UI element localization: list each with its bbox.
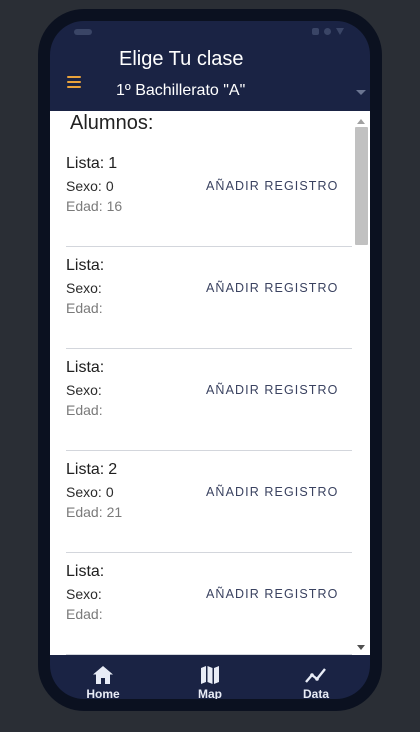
student-card: Lista: Sexo: Edad: AÑADIR REGISTRO [66, 349, 352, 451]
lista-field: Lista: [66, 359, 105, 376]
nav-label-map: Map [198, 687, 222, 699]
nav-item-map[interactable]: Map [180, 655, 240, 699]
nav-label-data: Data [302, 687, 329, 699]
edad-field: Edad: 21 [66, 504, 123, 520]
nav-item-home[interactable]: Home [73, 655, 133, 699]
student-card: Lista: 2 Sexo: 0 Edad: 21 AÑADIR REGISTRO [66, 451, 352, 553]
app-header: Elige Tu clase 1º Bachillerato "A" [50, 21, 370, 111]
bottom-nav: Home Map Data [50, 655, 370, 699]
students-panel: Alumnos: Lista: 1 Sexo: 0 Edad: 16 AÑADIR R… [50, 111, 370, 655]
edad-field: Edad: 16 [66, 198, 123, 214]
scroll-up-arrow-icon[interactable] [357, 119, 365, 124]
map-icon [201, 666, 219, 684]
lista-field: Lista: [66, 563, 105, 580]
edad-field: Edad: [66, 606, 103, 622]
sexo-field: Sexo: [66, 382, 102, 398]
lista-field: Lista: 1 [66, 155, 118, 172]
scrollbar[interactable] [354, 111, 368, 655]
class-select[interactable]: 1º Bachillerato "A" [116, 82, 370, 104]
sexo-field: Sexo: 0 [66, 178, 114, 194]
sexo-field: Sexo: [66, 280, 102, 296]
lista-field: Lista: 2 [66, 461, 118, 478]
sexo-field: Sexo: [66, 586, 102, 602]
add-record-button[interactable]: AÑADIR REGISTRO [206, 587, 339, 601]
lista-field: Lista: [66, 257, 105, 274]
class-select-value: 1º Bachillerato "A" [116, 82, 246, 99]
phone-frame: Elige Tu clase 1º Bachillerato "A" Alumn… [38, 9, 382, 711]
add-record-button[interactable]: AÑADIR REGISTRO [206, 281, 339, 295]
add-record-button[interactable]: AÑADIR REGISTRO [206, 179, 339, 193]
menu-icon[interactable] [67, 76, 81, 88]
student-card: Lista: Sexo: Edad: AÑADIR REGISTRO [66, 553, 352, 655]
edad-field: Edad: [66, 402, 103, 418]
page-title: Elige Tu clase [119, 48, 244, 70]
sexo-field: Sexo: 0 [66, 484, 114, 500]
chevron-down-icon [356, 90, 366, 95]
scroll-down-arrow-icon[interactable] [357, 645, 365, 650]
student-card: Lista: 1 Sexo: 0 Edad: 16 AÑADIR REGISTRO [66, 145, 352, 247]
scroll-thumb[interactable] [355, 127, 368, 245]
student-list: Lista: 1 Sexo: 0 Edad: 16 AÑADIR REGISTRO L… [66, 145, 352, 655]
section-title: Alumnos: [70, 112, 154, 134]
chart-line-icon [305, 668, 326, 683]
edad-field: Edad: [66, 300, 103, 316]
nav-label-home: Home [86, 687, 120, 699]
home-icon [93, 666, 113, 684]
add-record-button[interactable]: AÑADIR REGISTRO [206, 383, 339, 397]
app-screen: Elige Tu clase 1º Bachillerato "A" Alumn… [50, 21, 370, 699]
add-record-button[interactable]: AÑADIR REGISTRO [206, 485, 339, 499]
student-card: Lista: Sexo: Edad: AÑADIR REGISTRO [66, 247, 352, 349]
nav-item-data[interactable]: Data [286, 655, 346, 699]
